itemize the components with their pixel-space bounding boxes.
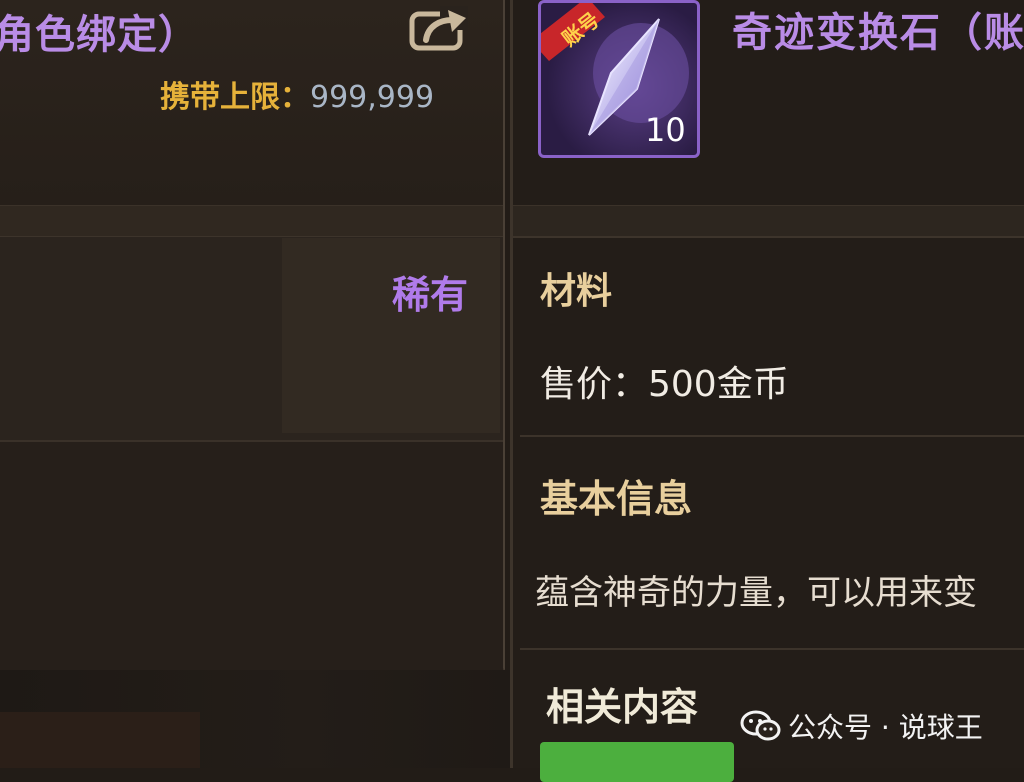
- basic-info-heading: 基本信息: [540, 477, 693, 521]
- carry-limit-value: 999,999: [310, 80, 435, 115]
- section-divider: [520, 648, 1024, 650]
- item-icon[interactable]: 账号 10: [538, 0, 700, 158]
- crystal-icon: 账号 10: [541, 3, 689, 149]
- item-description: 蕴含神奇的力量，可以用来变: [535, 573, 977, 613]
- stack-count: 10: [645, 111, 686, 149]
- background-shade: [0, 712, 200, 768]
- left-item-title: 角色绑定）: [0, 12, 199, 58]
- item-price: 售价：500金币: [540, 364, 789, 405]
- rarity-label: 稀有: [392, 273, 469, 317]
- item-title: 奇迹变换石（账: [732, 10, 1024, 56]
- item-category: 材料: [540, 271, 613, 312]
- carry-limit: 携带上限：999,999: [160, 72, 434, 116]
- related-content-heading: 相关内容: [546, 685, 699, 729]
- watermark-text: 公众号 · 说球王: [788, 711, 983, 744]
- related-action-button[interactable]: [540, 742, 734, 782]
- watermark: 公众号 · 说球王: [740, 706, 983, 746]
- wechat-icon: [740, 710, 781, 741]
- left-lower-section: [0, 440, 503, 670]
- left-divider-strip: [0, 205, 503, 238]
- right-divider-strip: [513, 205, 1024, 238]
- section-divider: [520, 435, 1024, 437]
- carry-limit-label: 携带上限：: [160, 80, 310, 115]
- share-icon[interactable]: [408, 4, 470, 52]
